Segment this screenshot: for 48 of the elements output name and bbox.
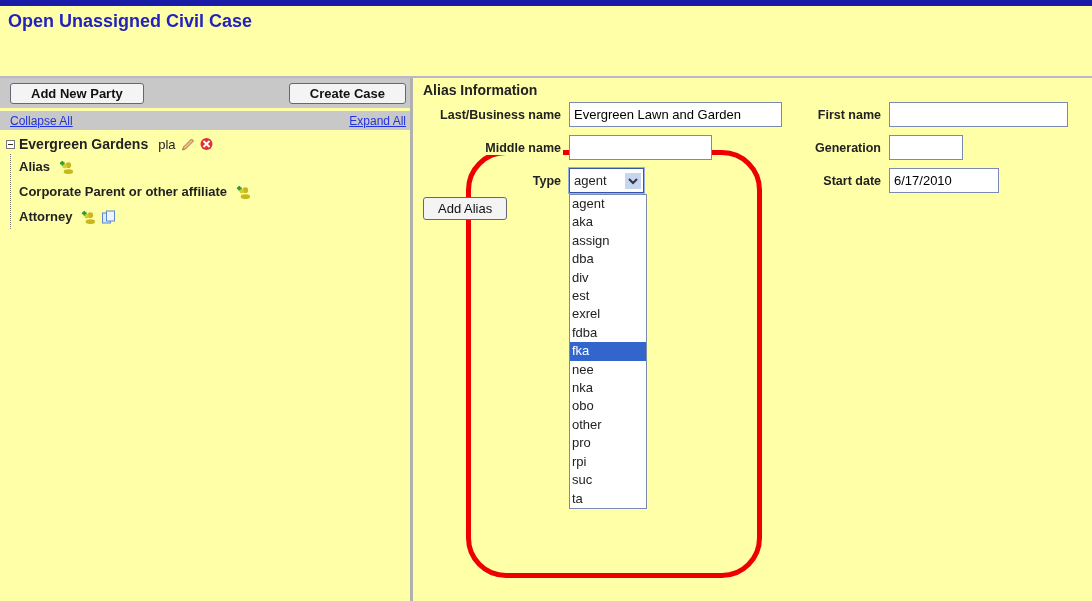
collapse-icon[interactable] — [6, 139, 15, 149]
tree-item[interactable]: Attorney — [19, 209, 73, 224]
field-label: Start date — [821, 173, 883, 188]
expand-all-link[interactable]: Expand All — [349, 114, 406, 128]
dropdown-option[interactable]: other — [570, 415, 646, 435]
dropdown-option[interactable]: assign — [570, 231, 646, 251]
dropdown-option[interactable]: ta — [570, 489, 646, 508]
dropdown-option[interactable]: agent — [570, 195, 646, 214]
field-label: Middle name — [483, 140, 563, 155]
field-label: First name — [815, 107, 883, 122]
tree-item[interactable]: Corporate Parent or other affiliate — [19, 184, 228, 199]
dropdown-option[interactable]: div — [570, 268, 646, 288]
dropdown-option[interactable]: rpi — [570, 452, 646, 472]
field-label: Last/Business name — [438, 107, 563, 122]
start-date-field[interactable]: 6/17/2010 — [889, 168, 999, 193]
dropdown-option[interactable]: est — [570, 287, 646, 306]
last-name-field[interactable]: Evergreen Lawn and Garden — [569, 102, 782, 127]
field-label: Generation — [813, 140, 883, 155]
dropdown-option[interactable]: aka — [570, 213, 646, 232]
pencil-icon[interactable] — [179, 137, 195, 151]
collapse-all-link[interactable]: Collapse All — [10, 114, 73, 128]
party-role: pla — [158, 136, 176, 152]
add-people-icon[interactable] — [59, 159, 75, 174]
dropdown-option[interactable]: nee — [570, 360, 646, 380]
tree-item[interactable]: Alias — [19, 159, 51, 174]
dropdown-option[interactable]: obo — [570, 397, 646, 416]
dropdown-option[interactable]: exrel — [570, 305, 646, 324]
add-people-icon[interactable] — [81, 209, 97, 224]
middle-name-field[interactable] — [569, 135, 712, 160]
party-name[interactable]: Evergreen Gardens — [19, 136, 149, 152]
dropdown-option[interactable]: dba — [570, 250, 646, 269]
page-title: Open Unassigned Civil Case — [7, 10, 254, 33]
section-heading: Alias Information — [423, 82, 539, 98]
dropdown-option[interactable]: pro — [570, 434, 646, 453]
generation-field[interactable] — [889, 135, 963, 160]
copy-icon[interactable] — [101, 209, 117, 224]
dropdown-option[interactable]: fdba — [570, 323, 646, 343]
dropdown-option[interactable]: suc — [570, 471, 646, 490]
delete-icon[interactable] — [198, 137, 214, 151]
type-dropdown[interactable]: agent — [569, 168, 644, 193]
add-party-button[interactable]: Add New Party — [10, 83, 144, 104]
field-label: Type — [530, 173, 563, 188]
first-name-field[interactable] — [889, 102, 1068, 127]
add-alias-button[interactable]: Add Alias — [423, 197, 508, 220]
create-case-button[interactable]: Create Case — [288, 83, 406, 104]
dropdown-option[interactable]: fka — [570, 342, 646, 361]
add-people-icon[interactable] — [236, 184, 252, 199]
dropdown-option[interactable]: nka — [570, 379, 646, 398]
